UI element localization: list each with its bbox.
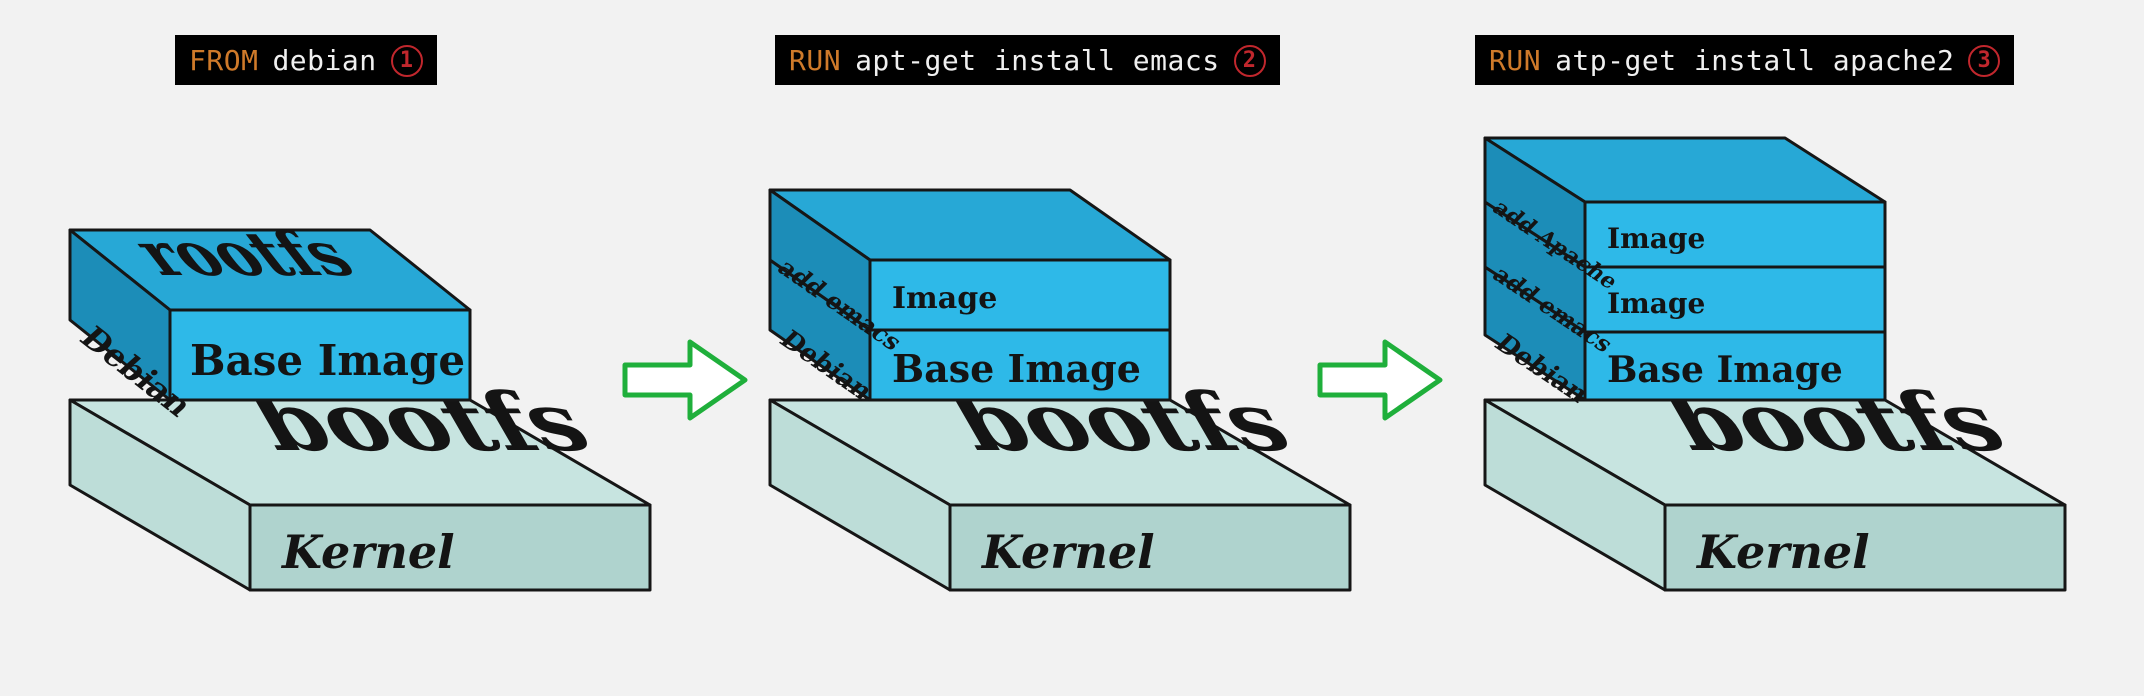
dockerfile-line-3: RUN atp-get install apache2 3: [1475, 35, 2014, 85]
layers-panel-2: bootfs Kernel Debian Base Image add emac…: [730, 130, 1390, 690]
layer-front-label: Image: [1607, 287, 1705, 320]
keyword: RUN: [789, 47, 841, 75]
layer-front-label: Image: [1607, 222, 1705, 255]
diagram-stage: FROM debian 1 RUN apt-get install emacs …: [0, 0, 2144, 696]
cmd-rest: apt-get install emacs: [855, 47, 1220, 75]
step-number-badge: 3: [1968, 45, 2000, 77]
keyword: FROM: [189, 47, 258, 75]
kernel-label: Kernel: [1695, 525, 1870, 579]
dockerfile-line-1: FROM debian 1: [175, 35, 437, 85]
layer-box-debian: rootfs Debian Base Image: [70, 220, 470, 423]
layer-front-label: Base Image: [190, 336, 465, 385]
cmd-rest: atp-get install apache2: [1555, 47, 1954, 75]
dockerfile-line-2: RUN apt-get install emacs 2: [775, 35, 1280, 85]
kernel-slab: bootfs Kernel: [770, 375, 1350, 590]
layers-panel-3: bootfs Kernel Debian Base Image add emac…: [1445, 130, 2105, 690]
keyword: RUN: [1489, 47, 1541, 75]
step-number-badge: 2: [1234, 45, 1266, 77]
layer-front-label: Image: [892, 281, 997, 316]
layer-front-label: Base Image: [1607, 349, 1843, 391]
step-number-badge: 1: [391, 45, 423, 77]
kernel-label: Kernel: [280, 525, 455, 579]
kernel-label: Kernel: [980, 525, 1155, 579]
layer-front-label: Base Image: [892, 346, 1141, 391]
cmd-rest: debian: [272, 47, 376, 75]
layers-panel-1: bootfs Kernel rootfs Debian Base Image: [30, 130, 690, 690]
